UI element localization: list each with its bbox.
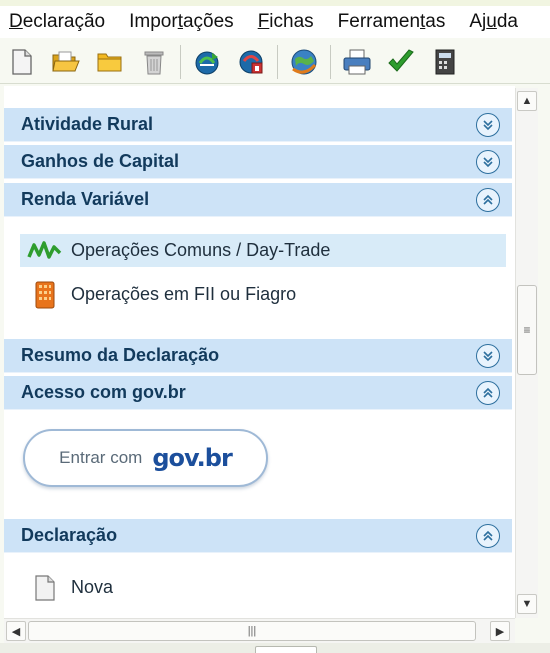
transmit-button[interactable] [185, 42, 229, 82]
section-acesso-govbr[interactable]: Acesso com gov.br [4, 376, 512, 410]
scroll-up-button[interactable]: ▲ [517, 91, 537, 111]
section-declaracao[interactable]: Declaração [4, 519, 512, 553]
open-folder-icon [52, 51, 80, 71]
print-button[interactable] [335, 42, 379, 82]
scroll-right-button[interactable]: ▶ [490, 621, 510, 641]
section-title: Atividade Rural [21, 114, 154, 134]
menu-fichas[interactable]: Fichas [249, 11, 314, 33]
menu-ferramentas[interactable]: Ferramentas [329, 11, 446, 33]
section-title: Acesso com gov.br [21, 382, 186, 402]
section-title: Declaração [21, 525, 118, 545]
delete-button[interactable] [132, 42, 176, 82]
govbr-logo: gov.br [152, 444, 232, 472]
list-item-nova[interactable]: Nova [20, 571, 506, 604]
expand-icon[interactable] [476, 343, 500, 368]
check-icon [388, 48, 414, 72]
status-tab[interactable] [255, 646, 317, 653]
navigation-panel: Atividade Rural Ganhos de Capital Renda … [4, 86, 515, 618]
caret-up-icon: ▲ [521, 95, 533, 107]
toolbar [0, 40, 550, 84]
section-title: Resumo da Declaração [21, 345, 220, 365]
section-ganhos-capital[interactable]: Ganhos de Capital [4, 145, 512, 179]
list-item-operacoes-fii[interactable]: Operações em FII ou Fiagro [20, 278, 506, 311]
scroll-left-button[interactable]: ◀ [6, 621, 26, 641]
folder-icon [97, 53, 122, 71]
entrar-govbr-button[interactable]: Entrar com gov.br [23, 429, 268, 487]
grip-icon: ||| [247, 625, 257, 637]
collapse-icon[interactable] [476, 380, 500, 405]
calculator-button[interactable] [423, 42, 467, 82]
section-title: Ganhos de Capital [21, 151, 180, 171]
govbr-button-label: Entrar com [59, 448, 143, 467]
menu-ajuda[interactable]: Ajuda [460, 11, 518, 33]
recover-button[interactable] [229, 42, 273, 82]
list-item-label: Operações em FII ou Fiagro [71, 284, 297, 304]
collapse-icon[interactable] [476, 187, 500, 212]
print-icon [343, 49, 371, 74]
document-icon [25, 573, 65, 603]
open-button[interactable] [44, 42, 88, 82]
caret-down-icon: ▼ [521, 598, 533, 610]
chart-line-icon [25, 236, 65, 266]
menu-bar: Declaração Importações Fichas Ferramenta… [0, 6, 550, 38]
list-item-label: Nova [71, 577, 114, 597]
scroll-down-button[interactable]: ▼ [517, 594, 537, 614]
menu-importacoes[interactable]: Importações [120, 11, 234, 33]
vertical-scroll-thumb[interactable]: ≡ [517, 285, 537, 375]
collapse-icon[interactable] [476, 523, 500, 548]
section-renda-variavel[interactable]: Renda Variável [4, 183, 512, 217]
toolbar-separator [180, 44, 181, 79]
verify-button[interactable] [379, 42, 423, 82]
receitanet-transmit-icon [195, 51, 219, 74]
section-atividade-rural[interactable]: Atividade Rural [4, 108, 512, 142]
caret-right-icon: ▶ [495, 625, 505, 638]
horizontal-scroll-thumb[interactable]: ||| [28, 621, 476, 641]
receitanet-recover-icon [239, 50, 263, 73]
folder-button[interactable] [88, 42, 132, 82]
menu-declaracao[interactable]: Declaração [0, 11, 105, 33]
vertical-scrollbar[interactable]: ▲ ≡ ▼ [515, 88, 538, 618]
list-item-operacoes-comuns[interactable]: Operações Comuns / Day-Trade [20, 234, 506, 267]
caret-left-icon: ◀ [11, 625, 21, 638]
section-title: Renda Variável [21, 189, 150, 209]
new-document-button[interactable] [0, 42, 44, 82]
globe-update-icon [291, 49, 317, 74]
expand-icon[interactable] [476, 112, 500, 137]
section-resumo-declaracao[interactable]: Resumo da Declaração [4, 339, 512, 373]
calculator-icon [435, 49, 455, 74]
toolbar-separator [330, 44, 331, 79]
expand-icon[interactable] [476, 149, 500, 174]
toolbar-separator [277, 44, 278, 79]
trash-icon [144, 51, 164, 74]
grip-icon: ≡ [523, 323, 531, 337]
horizontal-scrollbar[interactable]: ◀ ||| ▶ [4, 618, 515, 643]
list-item-label: Operações Comuns / Day-Trade [71, 240, 331, 260]
update-button[interactable] [282, 42, 326, 82]
building-icon [25, 280, 65, 310]
new-document-icon [12, 48, 32, 75]
